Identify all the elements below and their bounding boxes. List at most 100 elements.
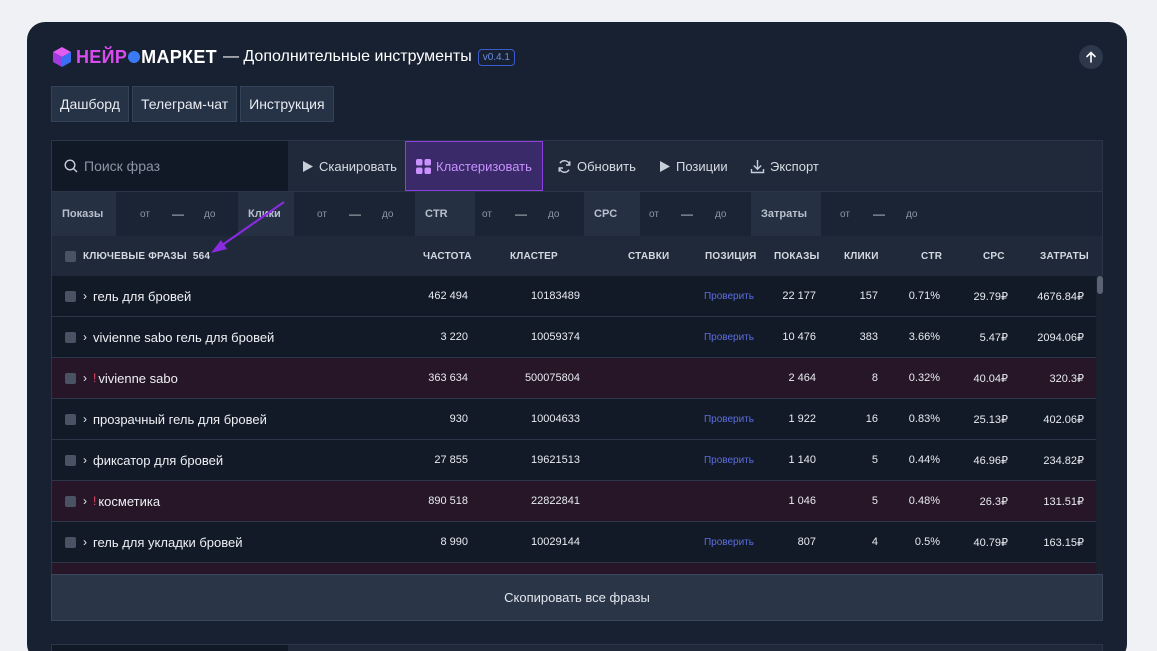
header-shows[interactable]: ПОКАЗЫ [774,236,820,276]
keyword-phrase[interactable]: ›! vivienne sabo [83,358,178,398]
table-row[interactable]: › гель для бровей 462 494 10183489 Проверить… [52,276,1096,317]
table-row[interactable]: › гель для укладки бровей 8 990 10029144 Про… [52,522,1096,563]
filter-clicks-from[interactable]: от [317,192,327,236]
header-cost[interactable]: ЗАТРАТЫ [1040,236,1089,276]
filter-cost-from[interactable]: от [840,192,850,236]
header-position[interactable]: ПОЗИЦИЯ [705,236,757,276]
panel-header: НЕЙР МАРКЕТ — Дополнительные инструменты … [51,43,515,71]
header-cpc[interactable]: CPC [983,236,1005,276]
check-position-link[interactable]: Проверить [682,317,754,357]
table-row[interactable]: ›! vivienne sabo 363 634 500075804 2 464 8 0.3… [52,358,1096,399]
check-position-link[interactable]: Проверить [682,522,754,562]
version-badge: v0.4.1 [477,48,515,66]
filter-shows-to[interactable]: до [204,192,215,236]
table-body: › гель для бровей 462 494 10183489 Проверить… [51,276,1103,574]
keyword-count: 564 [192,250,211,262]
filter-dash: — [172,207,184,221]
frequency-value: 27 855 [434,454,468,466]
expand-chevron-icon[interactable]: › [83,371,87,385]
cpc-value: 40.04₽ [973,372,1008,385]
clicks-value: 383 [859,331,878,343]
scan-button[interactable]: Сканировать [302,141,397,191]
search-placeholder: Поиск фраз [84,158,161,174]
row-checkbox[interactable] [65,276,76,316]
search-input[interactable]: Поиск фраз [52,141,288,191]
refresh-icon [558,159,571,173]
nav-tabs: Дашборд Телеграм-чат Инструкция [51,86,337,122]
nav-telegram-chat[interactable]: Телеграм-чат [131,86,238,122]
expand-chevron-icon[interactable]: › [83,453,87,467]
filter-cpc-from[interactable]: от [649,192,659,236]
keyword-phrase[interactable]: › фиксатор для бровей [83,440,223,480]
positions-button[interactable]: Позиции [659,141,728,191]
expand-chevron-icon[interactable]: › [83,535,87,549]
refresh-button[interactable]: Обновить [557,141,636,191]
table-row[interactable]: › фиксатор для бровей 27 855 19621513 Провер… [52,440,1096,481]
keyword-phrase[interactable]: › прозрачный гель для бровей [83,399,267,439]
cluster-value: 10029144 [531,536,580,548]
expand-chevron-icon[interactable]: › [83,412,87,426]
cluster-value: 500075804 [524,372,580,384]
frequency-value: 930 [449,413,468,425]
export-button[interactable]: Экспорт [750,141,819,191]
shows-value: 1 922 [788,413,816,425]
play-icon [303,160,313,172]
table-header: КЛЮЧЕВЫЕ ФРАЗЫ 564 ЧАСТОТА КЛАСТЕР СТАВК… [51,236,1103,276]
scrollbar-thumb[interactable] [1097,276,1103,294]
row-checkbox[interactable] [65,522,76,562]
expand-chevron-icon[interactable]: › [83,494,87,508]
header-cluster[interactable]: КЛАСТЕР [510,236,558,276]
select-all-checkbox[interactable] [65,236,76,276]
table-row[interactable]: › прозрачный гель для бровей 930 10004633 Пр… [52,399,1096,440]
check-position-link[interactable]: Проверить [682,399,754,439]
table-row[interactable]: › vivienne sabo гель для бровей 3 220 10059… [52,317,1096,358]
row-checkbox[interactable] [65,399,76,439]
header-bids[interactable]: СТАВКИ [628,236,669,276]
row-checkbox[interactable] [65,358,76,398]
cpc-value: 25.13₽ [973,413,1008,426]
shows-value: 807 [797,536,816,548]
row-checkbox[interactable] [65,317,76,357]
row-checkbox[interactable] [65,481,76,521]
header-frequency[interactable]: ЧАСТОТА [423,236,472,276]
filter-ctr-to[interactable]: до [548,192,559,236]
check-position-link[interactable]: Проверить [682,440,754,480]
nav-instructions[interactable]: Инструкция [240,86,334,122]
filter-cpc-to[interactable]: до [715,192,726,236]
filter-cost-to[interactable]: до [906,192,917,236]
check-position-link[interactable]: Проверить [682,276,754,316]
toolbar: Поиск фраз Сканировать Кластеризовать Об… [51,140,1103,192]
expand-chevron-icon[interactable]: › [83,330,87,344]
keyword-phrase[interactable]: › vivienne sabo гель для бровей [83,317,274,357]
expand-chevron-icon[interactable]: › [83,289,87,303]
cost-value: 4676.84₽ [1037,290,1084,303]
cpc-value: 26.3₽ [979,495,1008,508]
ctr-value: 0.32% [908,372,940,384]
table-row[interactable]: ›! косметика 890 518 22822841 1 046 5 0.48% 26.… [52,481,1096,522]
filter-shows-from[interactable]: от [140,192,150,236]
keyword-phrase[interactable]: ›! косметика [83,481,160,521]
filters-row: Показы от — до Клики от — до CTR от — до… [51,192,1103,236]
filter-dash: — [873,207,885,221]
page-title: — Дополнительные инструменты [222,48,472,65]
filter-ctr-from[interactable]: от [482,192,492,236]
frequency-value: 890 518 [428,495,468,507]
cost-value: 2094.06₽ [1037,331,1084,344]
row-checkbox[interactable] [65,440,76,480]
filter-clicks-to[interactable]: до [382,192,393,236]
header-ctr[interactable]: CTR [921,236,942,276]
filter-dash: — [515,207,527,221]
cluster-button[interactable]: Кластеризовать [405,141,543,191]
play-icon [660,160,670,172]
scroll-up-button[interactable] [1079,45,1103,69]
nav-dashboard[interactable]: Дашборд [51,86,129,122]
copy-all-phrases-button[interactable]: Скопировать все фразы [51,574,1103,621]
filter-dash: — [681,207,693,221]
keyword-phrase[interactable]: › гель для укладки бровей [83,522,243,562]
table-row[interactable] [52,563,1096,574]
header-clicks[interactable]: КЛИКИ [844,236,879,276]
ctr-value: 0.44% [908,454,940,466]
cluster-value: 10004633 [531,413,580,425]
keyword-phrase[interactable]: › гель для бровей [83,276,191,316]
table-scrollbar[interactable] [1097,276,1103,574]
